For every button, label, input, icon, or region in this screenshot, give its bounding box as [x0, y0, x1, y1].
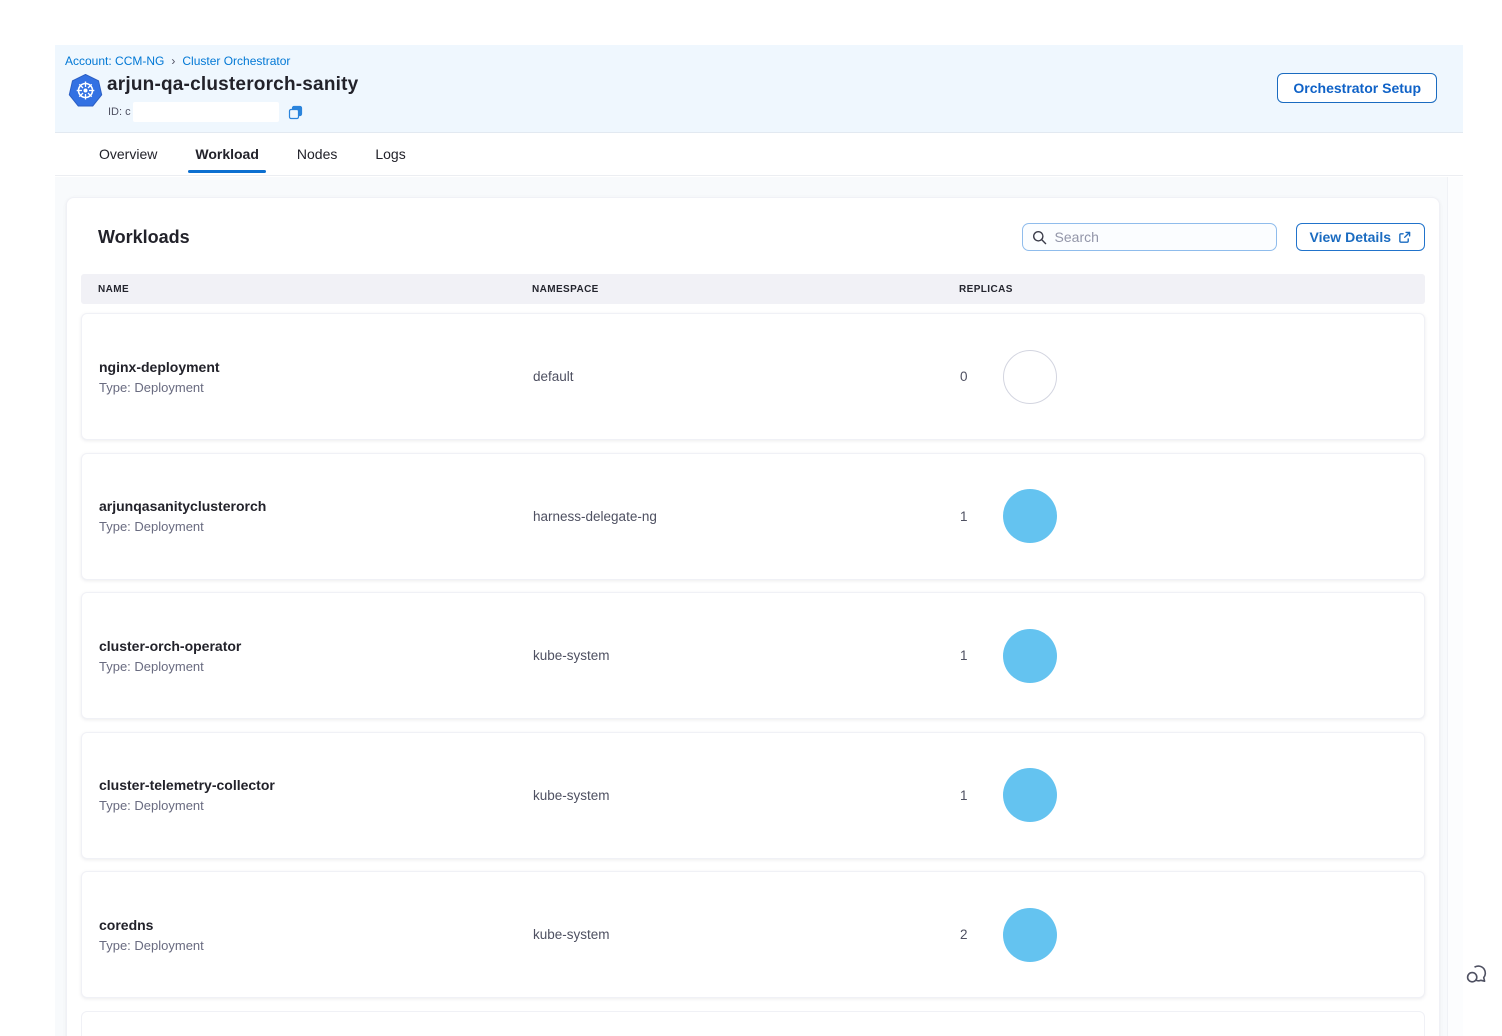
page-header: Account: CCM-NG › Cluster Orchestrator arj… [55, 45, 1463, 133]
workload-name-cell: coredns Type: Deployment [99, 917, 533, 953]
workload-namespace: kube-system [533, 648, 960, 663]
workloads-card: Workloads View Details [66, 197, 1440, 1036]
column-header-replicas: REPLICAS [959, 284, 1425, 295]
kubernetes-icon [67, 73, 104, 110]
app-window: Account: CCM-NG › Cluster Orchestrator arj… [55, 45, 1463, 1036]
replica-count: 1 [960, 648, 970, 663]
workload-namespace: default [533, 369, 960, 384]
search-box[interactable] [1022, 223, 1277, 251]
table-row[interactable]: cluster-orch-operator Type: Deployment k… [81, 592, 1425, 719]
workload-replicas-cell: 2 [960, 908, 1424, 962]
table-header: NAME NAMESPACE REPLICAS [81, 274, 1425, 304]
view-details-label: View Details [1310, 229, 1391, 245]
tab-overview[interactable]: Overview [95, 133, 161, 175]
workload-name: coredns [99, 917, 533, 933]
content-area: Workloads View Details [55, 177, 1463, 1036]
workload-replicas-cell: 0 [960, 350, 1424, 404]
scrollbar-track[interactable] [1447, 177, 1463, 1036]
table-row[interactable]: nginx-deployment Type: Deployment defaul… [81, 313, 1425, 440]
workload-replicas-cell: 1 [960, 489, 1424, 543]
workload-name: arjunqasanityclusterorch [99, 498, 533, 514]
workload-replicas-cell: 1 [960, 629, 1424, 683]
workload-name: nginx-deployment [99, 359, 533, 375]
table-row[interactable]: cluster-telemetry-collector Type: Deploy… [81, 732, 1425, 859]
tab-bar: Overview Workload Nodes Logs [55, 133, 1463, 176]
copy-icon[interactable] [288, 105, 303, 120]
replica-circle [1003, 629, 1057, 683]
tab-nodes[interactable]: Nodes [293, 133, 341, 175]
workload-name: cluster-orch-operator [99, 638, 533, 654]
workload-type: Type: Deployment [99, 659, 533, 674]
table-row-partial[interactable] [81, 1011, 1425, 1036]
column-header-name: NAME [98, 284, 532, 295]
workload-type: Type: Deployment [99, 519, 533, 534]
breadcrumb-section-link[interactable]: Cluster Orchestrator [182, 54, 290, 68]
replica-circle [1003, 908, 1057, 962]
external-link-icon [1398, 231, 1411, 244]
tab-workload[interactable]: Workload [191, 133, 263, 175]
workload-name-cell: nginx-deployment Type: Deployment [99, 359, 533, 395]
replica-count: 1 [960, 509, 970, 524]
table-row[interactable]: arjunqasanityclusterorch Type: Deploymen… [81, 453, 1425, 580]
replica-circle [1003, 489, 1057, 543]
workload-name: cluster-telemetry-collector [99, 777, 533, 793]
replica-circle [1003, 768, 1057, 822]
table-row[interactable]: coredns Type: Deployment kube-system 2 [81, 871, 1425, 998]
column-header-namespace: NAMESPACE [532, 284, 959, 295]
breadcrumb-account-link[interactable]: Account: CCM-NG [65, 54, 164, 68]
replica-count: 0 [960, 369, 970, 384]
cluster-id-redacted [133, 102, 279, 122]
cluster-id-row: ID: c [108, 102, 303, 122]
workload-namespace: kube-system [533, 788, 960, 803]
workload-type: Type: Deployment [99, 938, 533, 953]
workload-type: Type: Deployment [99, 380, 533, 395]
breadcrumb: Account: CCM-NG › Cluster Orchestrator [65, 54, 290, 68]
cluster-id-label: ID: c [108, 106, 131, 118]
workload-name-cell: cluster-telemetry-collector Type: Deploy… [99, 777, 533, 813]
workload-type: Type: Deployment [99, 798, 533, 813]
workload-namespace: kube-system [533, 927, 960, 942]
replica-count: 2 [960, 927, 970, 942]
search-input[interactable] [1055, 229, 1267, 245]
search-icon [1032, 230, 1047, 245]
orchestrator-setup-button[interactable]: Orchestrator Setup [1277, 73, 1437, 103]
view-details-button[interactable]: View Details [1296, 223, 1425, 251]
replica-count: 1 [960, 788, 970, 803]
workloads-card-header: Workloads View Details [81, 223, 1425, 251]
workload-name-cell: arjunqasanityclusterorch Type: Deploymen… [99, 498, 533, 534]
breadcrumb-chevron-icon: › [171, 54, 175, 68]
workloads-title: Workloads [98, 227, 190, 248]
chat-help-icon[interactable] [1464, 961, 1490, 987]
replica-circle [1003, 350, 1057, 404]
workload-rows: nginx-deployment Type: Deployment defaul… [81, 313, 1425, 1036]
workload-namespace: harness-delegate-ng [533, 509, 960, 524]
workloads-actions: View Details [1022, 223, 1425, 251]
page-title: arjun-qa-clusterorch-sanity [107, 74, 358, 96]
tab-logs[interactable]: Logs [371, 133, 409, 175]
workload-replicas-cell: 1 [960, 768, 1424, 822]
workload-name-cell: cluster-orch-operator Type: Deployment [99, 638, 533, 674]
